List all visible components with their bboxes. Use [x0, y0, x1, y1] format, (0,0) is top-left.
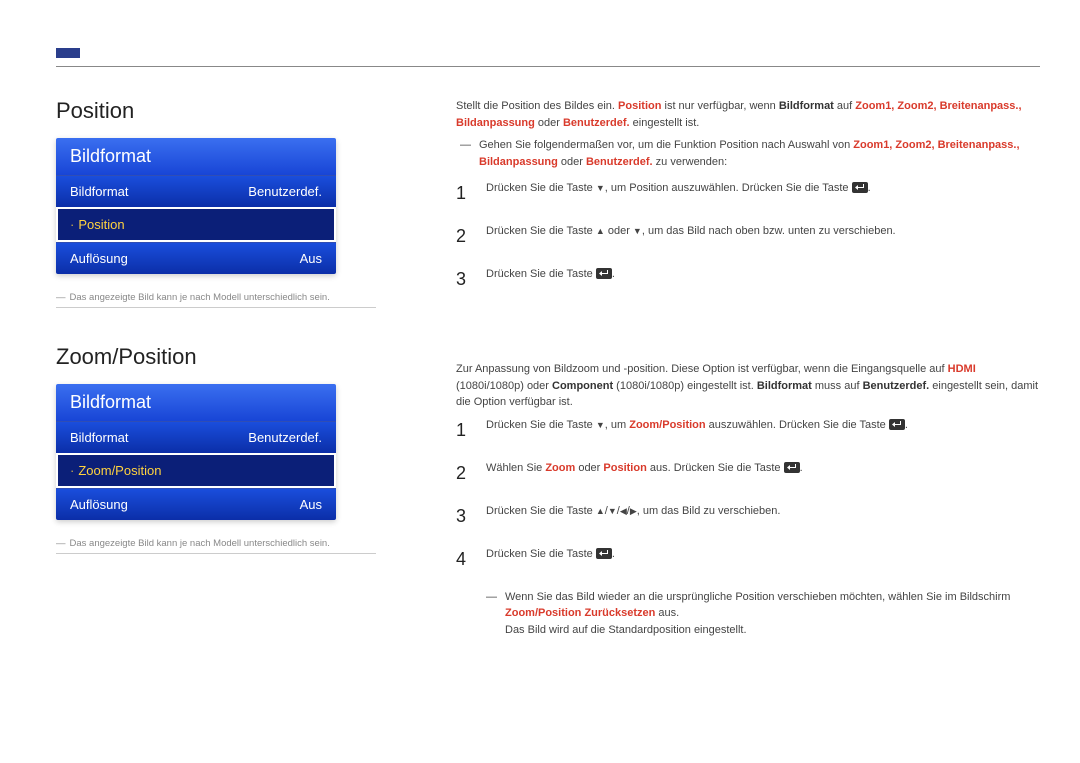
menu-label: Bildformat [70, 430, 129, 445]
position-description: Stellt die Position des Bildes ein. Posi… [456, 98, 1040, 293]
down-arrow-icon [596, 419, 605, 431]
zoomposition-description: Zur Anpassung von Bildzoom und -position… [456, 361, 1040, 638]
model-note: ―Das angezeigte Bild kann je nach Modell… [56, 292, 376, 308]
right-column: Stellt die Position des Bildes ein. Posi… [456, 98, 1040, 648]
menu-header: Bildformat [56, 384, 336, 421]
down-arrow-icon [608, 505, 617, 517]
page-body: Position Bildformat Bildformat Benutzerd… [56, 98, 1040, 648]
step-2: Wählen Sie Zoom oder Position aus. Drück… [456, 460, 1040, 487]
sub-note: ― Gehen Sie folgendermaßen vor, um die F… [460, 137, 1040, 170]
up-arrow-icon [596, 225, 605, 237]
step-3: Drücken Sie die Taste . [456, 266, 1040, 293]
menu-row-position-selected[interactable]: ·Position [56, 207, 336, 242]
menu-header: Bildformat [56, 138, 336, 175]
menu-label: ·Position [70, 217, 125, 232]
menu-row-bildformat[interactable]: Bildformat Benutzerdef. [56, 421, 336, 453]
menu-row-zoomposition-selected[interactable]: ·Zoom/Position [56, 453, 336, 488]
menu-row-aufloesung[interactable]: Auflösung Aus [56, 242, 336, 274]
step-3: Drücken Sie die Taste ///, um das Bild z… [456, 503, 1040, 530]
menu-value: Benutzerdef. [248, 430, 322, 445]
zoomposition-steps: Drücken Sie die Taste , um Zoom/Position… [456, 417, 1040, 573]
section-title-position: Position [56, 98, 396, 124]
down-arrow-icon [596, 182, 605, 194]
menu-box-zoomposition: Bildformat Bildformat Benutzerdef. ·Zoom… [56, 384, 336, 520]
reset-note: ― Wenn Sie das Bild wieder an die ursprü… [486, 589, 1040, 639]
menu-label: Auflösung [70, 251, 128, 266]
menu-value: Aus [300, 497, 322, 512]
step-2: Drücken Sie die Taste oder , um das Bild… [456, 223, 1040, 250]
menu-value: Aus [300, 251, 322, 266]
header-rule [56, 66, 1040, 67]
section-title-zoomposition: Zoom/Position [56, 344, 396, 370]
left-column: Position Bildformat Bildformat Benutzerd… [56, 98, 396, 648]
left-arrow-icon [620, 505, 627, 517]
step-1: Drücken Sie die Taste , um Zoom/Position… [456, 417, 1040, 444]
model-note: ―Das angezeigte Bild kann je nach Modell… [56, 538, 376, 554]
menu-box-position: Bildformat Bildformat Benutzerdef. ·Posi… [56, 138, 336, 274]
menu-row-bildformat[interactable]: Bildformat Benutzerdef. [56, 175, 336, 207]
step-1: Drücken Sie die Taste , um Position ausz… [456, 180, 1040, 207]
intro-text: Zur Anpassung von Bildzoom und -position… [456, 361, 1040, 411]
header-accent [56, 48, 80, 58]
menu-row-aufloesung[interactable]: Auflösung Aus [56, 488, 336, 520]
position-steps: Drücken Sie die Taste , um Position ausz… [456, 180, 1040, 293]
up-arrow-icon [596, 505, 605, 517]
menu-label: Auflösung [70, 497, 128, 512]
menu-label: Bildformat [70, 184, 129, 199]
menu-value: Benutzerdef. [248, 184, 322, 199]
right-arrow-icon [630, 505, 637, 517]
enter-icon [596, 268, 612, 280]
intro-text: Stellt die Position des Bildes ein. Posi… [456, 98, 1040, 131]
enter-icon [852, 182, 868, 194]
enter-icon [889, 419, 905, 431]
down-arrow-icon [633, 225, 642, 237]
menu-label: ·Zoom/Position [70, 463, 161, 478]
step-4: Drücken Sie die Taste . [456, 546, 1040, 573]
enter-icon [784, 462, 800, 474]
enter-icon [596, 548, 612, 560]
